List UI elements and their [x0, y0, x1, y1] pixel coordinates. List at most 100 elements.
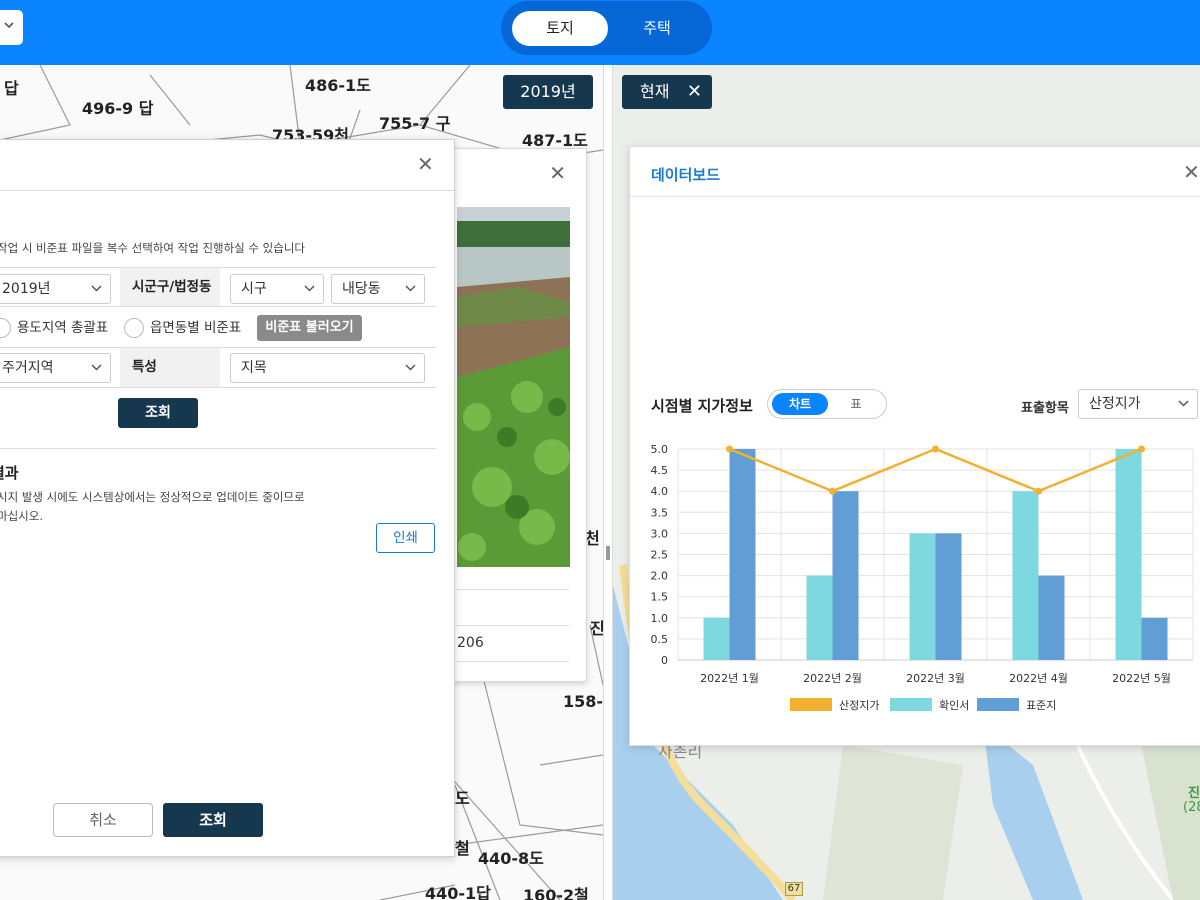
close-icon[interactable]: ✕ — [687, 75, 702, 109]
site-photo — [457, 207, 570, 567]
toggle-chart[interactable]: 차트 — [772, 393, 828, 415]
legend-label: 표준지 — [1026, 699, 1056, 712]
y-tick-label: 1.5 — [651, 591, 669, 604]
data-board-panel: 데이터보드 ✕ 시점별 지가정보 차트 표 표출항목 산정지가 0 0.5 1.0 1… — [629, 146, 1200, 746]
x-tick-label: 2022년 5월 — [1112, 672, 1171, 685]
year-select[interactable]: 2019년 — [0, 274, 111, 304]
view-toggle: 차트 표 — [767, 389, 887, 419]
tab-land[interactable]: 토지 — [512, 11, 608, 46]
radio-button[interactable] — [124, 318, 144, 338]
radio-button[interactable] — [0, 318, 11, 338]
y-tick-label: 4.0 — [651, 485, 669, 498]
y-tick-label: 2.5 — [651, 549, 669, 562]
x-tick-label: 2022년 2월 — [803, 672, 862, 685]
parcel-label: 440-1답 — [425, 884, 491, 900]
sigungu-select[interactable]: 시구 — [230, 274, 324, 304]
export-label: 표출항목 — [1021, 401, 1069, 416]
top-dropdown[interactable] — [0, 10, 23, 45]
bar-확인서 — [703, 617, 730, 660]
bar-표준지 — [729, 449, 756, 660]
parcel-label: 답 — [4, 79, 19, 98]
x-tick-label: 2022년 3월 — [906, 672, 965, 685]
feature-label: 특성 — [120, 348, 220, 387]
y-tick-label: 2.0 — [651, 570, 669, 583]
export-select-value: 산정지가 — [1089, 396, 1141, 412]
parcel-label: 진 — [590, 619, 603, 638]
chevron-down-icon — [91, 285, 102, 292]
divider-handle[interactable] — [606, 546, 610, 560]
section-title: 시점별 지가정보 — [651, 397, 753, 415]
close-icon[interactable]: ✕ — [549, 161, 566, 185]
year-badge: 2019년 — [503, 75, 593, 109]
row-divider — [0, 306, 436, 307]
zone-select-value: 주거지역 — [2, 360, 54, 376]
dong-select[interactable]: 내당동 — [331, 274, 425, 304]
current-badge: 현재 ✕ — [622, 75, 712, 109]
load-table-button[interactable]: 비준표 불러오기 — [257, 315, 362, 341]
header-divider — [630, 196, 1200, 197]
close-icon[interactable]: ✕ — [1183, 160, 1200, 184]
bar-확인서 — [806, 575, 833, 660]
radio-zone-summary[interactable]: 용도지역 총괄표 — [0, 317, 108, 339]
point-산정지가 — [1138, 445, 1145, 453]
parcel-label: 160-2철 — [523, 886, 589, 900]
result-text-line: 마십시오. — [0, 509, 43, 523]
bar-확인서 — [1115, 449, 1142, 660]
parcel-label: 440-8도 — [478, 849, 544, 868]
print-button[interactable]: 인쇄 — [376, 523, 435, 553]
zone-select[interactable]: 주거지역 — [0, 353, 111, 383]
mode-toggle: 토지 주택 — [501, 1, 712, 55]
chevron-down-icon — [405, 364, 416, 371]
divider — [457, 661, 569, 662]
row-divider — [0, 387, 436, 388]
legend-swatch — [890, 698, 932, 711]
parcel-label: 158- — [563, 692, 603, 711]
legend-label: 산정지가 — [839, 699, 879, 712]
region-label: 시군구/법정동 — [120, 268, 220, 306]
y-tick-label: 0 — [661, 654, 668, 667]
feature-select[interactable]: 지목 — [230, 353, 425, 383]
divider — [457, 589, 569, 590]
chevron-down-icon — [4, 22, 14, 29]
y-tick-label: 4.5 — [651, 464, 669, 477]
close-icon[interactable]: ✕ — [417, 152, 434, 176]
radio-dong-table[interactable]: 읍면동별 비준표 — [124, 317, 241, 339]
legend-label: 확인서 — [939, 699, 969, 712]
panel-title: 데이터보드 — [651, 166, 721, 184]
legend-swatch — [790, 698, 832, 711]
bottom-search-button[interactable]: 조회 — [163, 803, 263, 837]
bar-표준지 — [1141, 617, 1168, 660]
land-price-chart: 0 0.5 1.0 1.5 2.0 2.5 3.0 3.5 4.0 4.5 5.0 2022년 1월 2… — [651, 443, 1194, 712]
place-sublabel: (28 — [1183, 800, 1200, 815]
cancel-button[interactable]: 취소 — [53, 803, 153, 837]
toggle-table[interactable]: 표 — [834, 393, 878, 415]
result-title: 결과 — [0, 464, 19, 482]
parcel-label: 철 — [455, 839, 470, 858]
y-tick-label: 3.5 — [651, 506, 669, 519]
parcel-label: 천 — [585, 529, 600, 548]
feature-select-value: 지목 — [241, 360, 267, 376]
photo-info-value: 206 — [457, 635, 484, 651]
notice-text: 작업 시 비준표 파일을 복수 선택하여 작업 진행하실 수 있습니다 — [0, 241, 305, 255]
sigungu-select-value: 시구 — [241, 281, 267, 297]
export-select[interactable]: 산정지가 — [1078, 389, 1198, 419]
y-tick-label: 5.0 — [651, 443, 669, 456]
legend-swatch — [977, 698, 1019, 711]
query-panel: ✕ 작업 시 비준표 파일을 복수 선택하여 작업 진행하실 수 있습니다 20… — [0, 139, 456, 857]
result-text-line: 시지 발생 시에도 시스템상에서는 정상적으로 업데이트 중이므로 — [0, 490, 305, 504]
header-divider — [0, 190, 456, 191]
chevron-down-icon — [91, 364, 102, 371]
map-divider[interactable] — [603, 65, 613, 900]
bar-표준지 — [832, 491, 859, 660]
place-label: 진 — [1188, 786, 1200, 801]
y-tick-label: 3.0 — [651, 527, 669, 540]
year-select-value: 2019년 — [2, 281, 51, 297]
section-divider — [0, 448, 436, 449]
y-tick-label: 1.0 — [651, 612, 669, 625]
bar-표준지 — [935, 533, 962, 660]
chevron-down-icon — [304, 285, 315, 292]
parcel-label: 755-7 구 — [379, 114, 451, 133]
search-button[interactable]: 조회 — [118, 398, 198, 428]
tab-housing[interactable]: 주택 — [609, 11, 705, 46]
bar-표준지 — [1038, 575, 1065, 660]
